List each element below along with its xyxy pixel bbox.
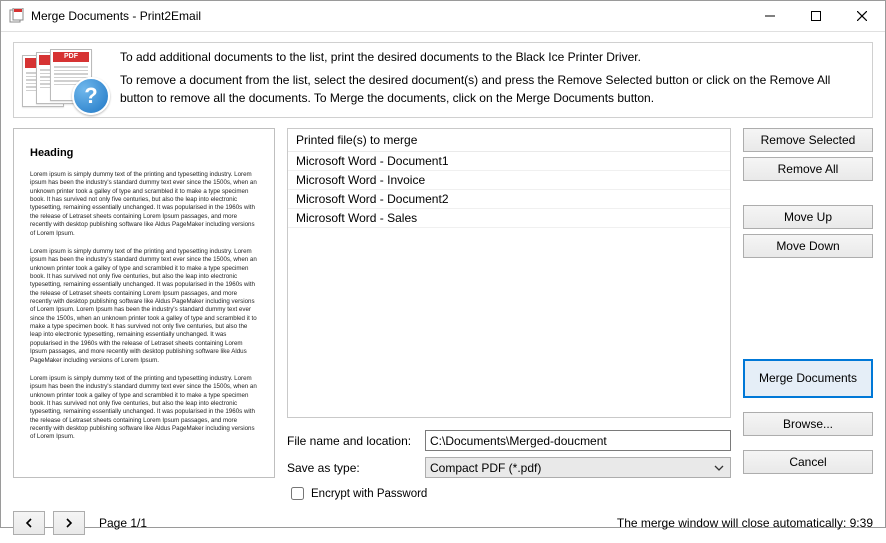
info-text: To add additional documents to the list,… xyxy=(120,49,864,107)
maximize-button[interactable] xyxy=(793,1,839,31)
help-icon: ? xyxy=(72,77,110,115)
preview-page: Heading Lorem ipsum is simply dummy text… xyxy=(13,128,275,478)
documents-help-icon: PDF PDF PDF ? xyxy=(22,49,108,109)
content-area: PDF PDF PDF ? To add additional document… xyxy=(1,32,885,543)
encrypt-label: Encrypt with Password xyxy=(311,488,427,500)
right-column: Remove Selected Remove All Move Up Move … xyxy=(743,128,873,503)
list-item[interactable]: Microsoft Word - Document1 xyxy=(288,152,730,171)
saveas-value: Compact PDF (*.pdf) xyxy=(430,461,541,475)
remove-all-button[interactable]: Remove All xyxy=(743,157,873,181)
prev-page-button[interactable] xyxy=(13,511,45,535)
cancel-button[interactable]: Cancel xyxy=(743,450,873,474)
app-icon xyxy=(9,8,25,24)
preview-paragraph: Lorem ipsum is simply dummy text of the … xyxy=(30,248,258,365)
list-item[interactable]: Microsoft Word - Document2 xyxy=(288,190,730,209)
file-list[interactable]: Printed file(s) to merge Microsoft Word … xyxy=(287,128,731,418)
close-button[interactable] xyxy=(839,1,885,31)
minimize-button[interactable] xyxy=(747,1,793,31)
saveas-label: Save as type: xyxy=(287,461,417,475)
footer: Page 1/1 The merge window will close aut… xyxy=(13,511,873,535)
preview-paragraph: Lorem ipsum is simply dummy text of the … xyxy=(30,171,258,238)
encrypt-checkbox[interactable] xyxy=(291,487,304,500)
browse-button[interactable]: Browse... xyxy=(743,412,873,436)
middle-column: Printed file(s) to merge Microsoft Word … xyxy=(287,128,731,503)
move-down-button[interactable]: Move Down xyxy=(743,234,873,258)
file-list-header: Printed file(s) to merge xyxy=(288,129,730,152)
filename-label: File name and location: xyxy=(287,434,417,448)
preview-heading: Heading xyxy=(30,147,258,159)
merge-documents-button[interactable]: Merge Documents xyxy=(743,359,873,398)
preview-column: Heading Lorem ipsum is simply dummy text… xyxy=(13,128,275,503)
saveas-dropdown[interactable]: Compact PDF (*.pdf) xyxy=(425,457,731,478)
chevron-down-icon xyxy=(714,462,724,476)
info-box: PDF PDF PDF ? To add additional document… xyxy=(13,42,873,118)
titlebar: Merge Documents - Print2Email xyxy=(1,1,885,32)
next-page-button[interactable] xyxy=(53,511,85,535)
preview-paragraph: Lorem ipsum is simply dummy text of the … xyxy=(30,375,258,442)
remove-selected-button[interactable]: Remove Selected xyxy=(743,128,873,152)
info-line1: To add additional documents to the list,… xyxy=(120,49,864,66)
window-title: Merge Documents - Print2Email xyxy=(31,9,201,23)
move-up-button[interactable]: Move Up xyxy=(743,205,873,229)
info-line2: To remove a document from the list, sele… xyxy=(120,72,864,107)
list-item[interactable]: Microsoft Word - Sales xyxy=(288,209,730,228)
list-item[interactable]: Microsoft Word - Invoice xyxy=(288,171,730,190)
merge-documents-window: Merge Documents - Print2Email PDF PDF PD… xyxy=(0,0,886,528)
filename-input[interactable] xyxy=(425,430,731,451)
